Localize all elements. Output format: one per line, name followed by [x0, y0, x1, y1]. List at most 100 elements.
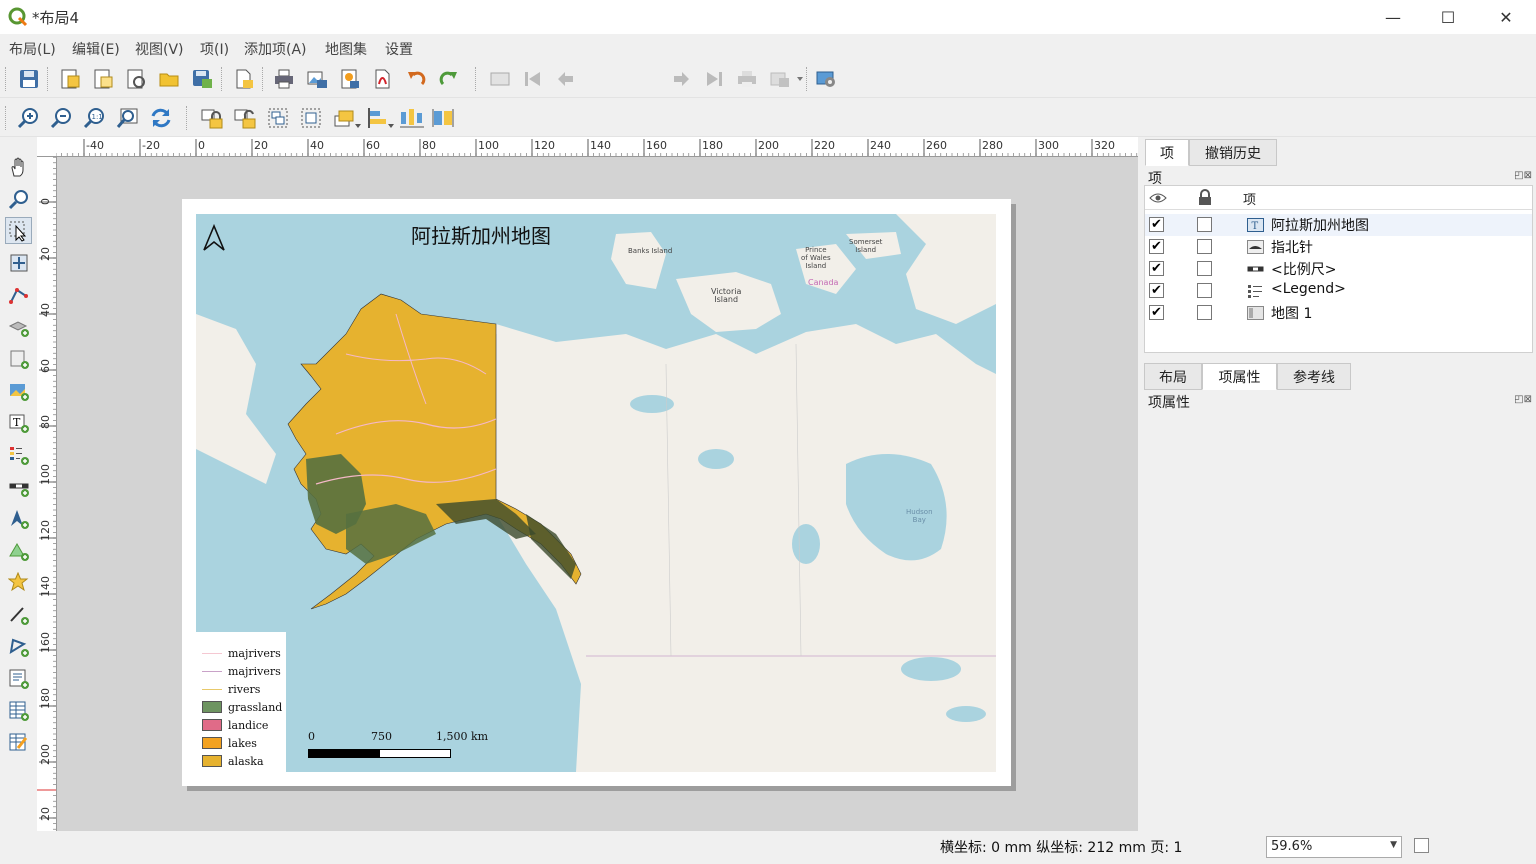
- page-setup-button[interactable]: [231, 66, 257, 92]
- atlas-print-button[interactable]: [734, 66, 760, 92]
- menu-edit[interactable]: 编辑(E): [72, 39, 120, 59]
- atlas-previous-button[interactable]: [553, 66, 579, 92]
- add-polyline-tool[interactable]: [5, 601, 32, 628]
- menu-atlas[interactable]: 地图集: [325, 39, 367, 59]
- legend[interactable]: majrivers majrivers rivers grassland landice…: [196, 632, 286, 772]
- layout-manager-button[interactable]: [123, 66, 149, 92]
- unlock-items-button[interactable]: [232, 105, 258, 131]
- eye-icon: [1149, 193, 1167, 203]
- zoom-out-button[interactable]: [49, 105, 75, 131]
- zoom-actual-button[interactable]: 1:1: [82, 105, 108, 131]
- layout-canvas[interactable]: 阿拉斯加州地图 Banks Island Victoria Island Pri…: [57, 157, 1138, 831]
- item-row[interactable]: ✔ <Legend>: [1145, 280, 1532, 302]
- undo-button[interactable]: [403, 66, 429, 92]
- add-map-tool[interactable]: [5, 345, 32, 372]
- add-html-tool[interactable]: [5, 665, 32, 692]
- menu-add-item[interactable]: 添加项(A): [244, 39, 307, 59]
- redo-button[interactable]: [436, 66, 462, 92]
- lock-checkbox[interactable]: [1197, 305, 1212, 320]
- float-close-icon[interactable]: ◰⊠: [1514, 170, 1532, 181]
- print-button[interactable]: [271, 66, 297, 92]
- add-polygon-tool[interactable]: [5, 633, 32, 660]
- add-scalebar-tool[interactable]: [5, 473, 32, 500]
- export-image-button[interactable]: [304, 66, 330, 92]
- add-legend-tool[interactable]: [5, 441, 32, 468]
- visibility-checkbox[interactable]: ✔: [1149, 305, 1164, 320]
- lock-checkbox[interactable]: [1197, 261, 1212, 276]
- add-picture-tool[interactable]: [5, 377, 32, 404]
- add-template-button[interactable]: [156, 66, 182, 92]
- atlas-export-button[interactable]: [767, 66, 807, 92]
- lock-items-button[interactable]: [199, 105, 225, 131]
- item-row[interactable]: ✔ 指北针: [1145, 236, 1532, 258]
- map-item[interactable]: 阿拉斯加州地图 Banks Island Victoria Island Pri…: [196, 214, 996, 772]
- item-row[interactable]: ✔ 地图 1: [1145, 302, 1532, 324]
- export-pdf-button[interactable]: [370, 66, 396, 92]
- align-items-button[interactable]: [364, 105, 396, 131]
- scalebar-label-1500: 1,500 km: [436, 730, 489, 743]
- add-north-arrow-tool[interactable]: [5, 505, 32, 532]
- properties-float-close-icon[interactable]: ◰⊠: [1514, 394, 1532, 405]
- atlas-last-button[interactable]: [701, 66, 727, 92]
- add-label-tool[interactable]: T: [5, 409, 32, 436]
- map-title[interactable]: 阿拉斯加州地图: [196, 220, 766, 249]
- refresh-button[interactable]: [148, 105, 174, 131]
- add-shape-tool[interactable]: [5, 537, 32, 564]
- atlas-next-button[interactable]: [668, 66, 694, 92]
- horizontal-ruler[interactable]: -40 -20 0 20 40 60 80 100 120 140 160 180 200 220 240 2…: [56, 137, 1138, 157]
- distribute-items-button[interactable]: [397, 105, 429, 131]
- add-3d-map-tool[interactable]: [5, 313, 32, 340]
- atlas-settings-button[interactable]: [813, 66, 839, 92]
- new-layout-button[interactable]: [57, 66, 83, 92]
- resize-items-button[interactable]: [430, 105, 462, 131]
- save-template-button[interactable]: [189, 66, 215, 92]
- edit-nodes-tool[interactable]: [5, 281, 32, 308]
- tab-undo-history[interactable]: 撤销历史: [1189, 139, 1277, 166]
- menu-settings[interactable]: 设置: [385, 39, 413, 59]
- menu-items[interactable]: 项(I): [200, 39, 229, 59]
- ungroup-items-button[interactable]: [298, 105, 324, 131]
- visibility-checkbox[interactable]: ✔: [1149, 261, 1164, 276]
- group-items-button[interactable]: [265, 105, 291, 131]
- scalebar[interactable]: 0 750 1,500 km: [308, 730, 508, 760]
- export-svg-button[interactable]: [337, 66, 363, 92]
- lock-checkbox[interactable]: [1197, 239, 1212, 254]
- tab-layout[interactable]: 布局: [1144, 363, 1202, 390]
- raise-items-button[interactable]: [331, 105, 363, 131]
- add-marker-tool[interactable]: [5, 569, 32, 596]
- item-row[interactable]: ✔ T 阿拉斯加州地图: [1145, 214, 1532, 236]
- status-checkbox[interactable]: [1414, 838, 1429, 853]
- visibility-checkbox[interactable]: ✔: [1149, 239, 1164, 254]
- item-row[interactable]: ✔ <比例尺>: [1145, 258, 1532, 280]
- vertical-ruler[interactable]: 0 20 40 60 80 100 120 140 160 180 200 20: [37, 157, 57, 831]
- pdf-icon: [375, 69, 390, 89]
- atlas-printer-icon: [738, 71, 756, 87]
- maximize-button[interactable]: ☐: [1425, 0, 1471, 34]
- menu-view[interactable]: 视图(V): [135, 39, 184, 59]
- zoom-level-select[interactable]: 59.6% ▼: [1266, 836, 1402, 858]
- add-fixed-table-tool[interactable]: [5, 729, 32, 756]
- close-button[interactable]: ✕: [1483, 0, 1529, 34]
- select-move-tool[interactable]: [5, 217, 32, 244]
- move-content-tool[interactable]: [5, 249, 32, 276]
- save-layout-button[interactable]: [16, 66, 42, 92]
- visibility-checkbox[interactable]: ✔: [1149, 217, 1164, 232]
- pan-tool[interactable]: [5, 153, 32, 180]
- tab-guides[interactable]: 参考线: [1277, 363, 1351, 390]
- minimize-button[interactable]: —: [1370, 0, 1416, 34]
- tab-items[interactable]: 项: [1145, 139, 1189, 166]
- tab-item-properties[interactable]: 项属性: [1202, 363, 1277, 390]
- zoom-full-button[interactable]: [115, 105, 141, 131]
- zoom-in-button[interactable]: [16, 105, 42, 131]
- lock-checkbox[interactable]: [1197, 283, 1212, 298]
- atlas-preview-button[interactable]: [487, 66, 513, 92]
- atlas-first-button[interactable]: [520, 66, 546, 92]
- layout-page[interactable]: 阿拉斯加州地图 Banks Island Victoria Island Pri…: [182, 199, 1011, 786]
- add-attribute-table-tool[interactable]: [5, 697, 32, 724]
- visibility-checkbox[interactable]: ✔: [1149, 283, 1164, 298]
- lock-checkbox[interactable]: [1197, 217, 1212, 232]
- legend-line-symbol: [202, 670, 222, 672]
- duplicate-layout-button[interactable]: [90, 66, 116, 92]
- menu-layout[interactable]: 布局(L): [9, 39, 56, 59]
- zoom-tool[interactable]: [5, 185, 32, 212]
